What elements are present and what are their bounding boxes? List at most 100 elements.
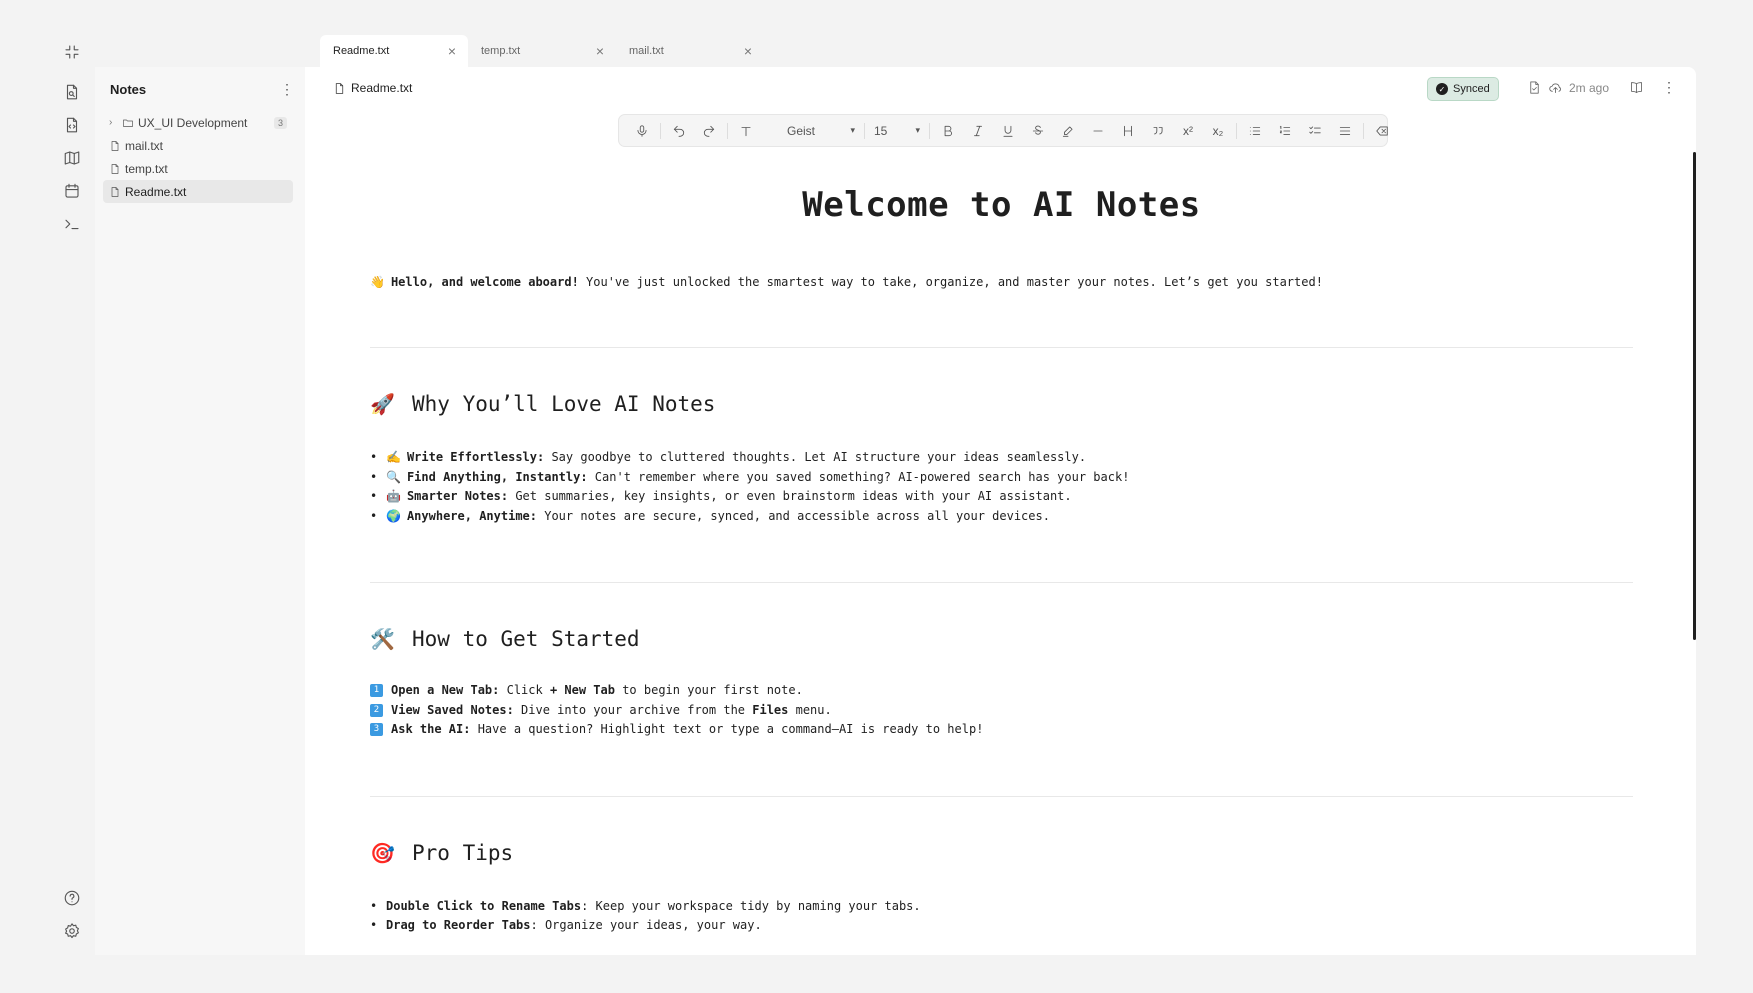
- list-item: 3 Ask the AI: Have a question? Highlight …: [370, 720, 1633, 740]
- file-icon: [111, 163, 119, 174]
- calendar-icon[interactable]: [60, 179, 84, 203]
- subscript-icon[interactable]: x₂: [1203, 119, 1233, 143]
- book-open-icon[interactable]: [1629, 80, 1644, 95]
- close-icon[interactable]: ×: [744, 44, 752, 58]
- list-item: 🤖 Smarter Notes: Get summaries, key insig…: [370, 487, 1633, 507]
- checklist-icon[interactable]: [1300, 119, 1330, 143]
- chevron-down-icon: ▾: [915, 125, 920, 135]
- item-text: Get summaries, key insights, or even bra…: [508, 489, 1072, 503]
- target-emoji: 🎯: [370, 840, 395, 865]
- font-size-value: 15: [874, 123, 888, 138]
- toolbar-divider: [864, 122, 865, 139]
- document-body[interactable]: Welcome to AI Notes 👋 Hello, and welcome …: [370, 167, 1633, 936]
- wave-emoji: 👋: [370, 275, 385, 289]
- highlighter-icon[interactable]: [1053, 119, 1083, 143]
- editor-header: Readme.txt ✓ Synced 2m ago ⋮: [305, 67, 1696, 111]
- item-text: Have a question? Highlight text or type …: [470, 722, 984, 736]
- font-family-select[interactable]: Geist ▾: [761, 119, 861, 143]
- file-item-readme[interactable]: Readme.txt: [103, 180, 293, 203]
- item-bold: Drag to Reorder Tabs: [386, 918, 531, 932]
- item-text: : Keep your workspace tidy by naming you…: [581, 898, 921, 913]
- cloud-upload-icon[interactable]: [1548, 80, 1563, 95]
- list-item: 🌍 Anywhere, Anytime: Your notes are secur…: [370, 507, 1633, 527]
- redo-icon[interactable]: [694, 119, 724, 143]
- file-breadcrumb: Readme.txt: [333, 81, 412, 95]
- bold-icon[interactable]: [933, 119, 963, 143]
- quote-icon[interactable]: [1143, 119, 1173, 143]
- help-icon[interactable]: [60, 886, 84, 910]
- microphone-icon[interactable]: [627, 119, 657, 143]
- scrollbar[interactable]: [1693, 152, 1696, 640]
- file-tree: › UX_UI Development 3 mail.txt temp.txt …: [103, 111, 293, 203]
- item-bold: Double Click to Rename Tabs: [386, 898, 582, 913]
- item-text: Click: [499, 683, 550, 697]
- tab-mail[interactable]: mail.txt ×: [616, 35, 764, 67]
- item-emoji: ✍️: [386, 450, 401, 464]
- file-label: mail.txt: [125, 138, 164, 153]
- file-item-mail[interactable]: mail.txt: [103, 134, 293, 157]
- superscript-icon[interactable]: x²: [1173, 119, 1203, 143]
- doc-intro: 👋 Hello, and welcome aboard! You've just …: [370, 273, 1633, 291]
- icon-rail: [52, 36, 92, 966]
- item-text: Say goodbye to cluttered thoughts. Let A…: [544, 450, 1087, 464]
- file-export-icon[interactable]: [1527, 80, 1542, 95]
- close-icon[interactable]: ×: [448, 44, 456, 58]
- chevron-down-icon: ▾: [850, 125, 855, 135]
- close-icon[interactable]: ×: [596, 44, 604, 58]
- undo-icon[interactable]: [664, 119, 694, 143]
- item-emoji: 🔍: [386, 469, 401, 484]
- folder-count-badge: 3: [273, 116, 287, 129]
- heading-icon[interactable]: [1113, 119, 1143, 143]
- font-size-select[interactable]: 15 ▾: [868, 119, 926, 143]
- file-icon: [111, 140, 119, 151]
- ordered-list-icon[interactable]: [1270, 119, 1300, 143]
- font-family-value: Geist: [787, 123, 816, 138]
- feature-list: ✍️ Write Effortlessly: Say goodbye to clu…: [370, 448, 1633, 526]
- folder-icon: [123, 119, 133, 127]
- settings-icon[interactable]: [60, 919, 84, 943]
- tab-bar: Readme.txt × temp.txt × mail.txt ×: [320, 35, 764, 67]
- tab-label: temp.txt: [481, 45, 521, 57]
- item-bold: Write Effortlessly:: [406, 450, 545, 464]
- list-item: 2 View Saved Notes: Dive into your archiv…: [370, 701, 1633, 721]
- file-icon: [335, 82, 344, 94]
- toolbar-divider: [1236, 122, 1237, 139]
- section-heading-text: Why You’ll Love AI Notes: [412, 392, 716, 416]
- file-search-icon[interactable]: [60, 80, 84, 104]
- align-icon[interactable]: [1330, 119, 1360, 143]
- more-vertical-icon[interactable]: ⋮: [1662, 79, 1676, 96]
- clear-format-icon[interactable]: [1367, 119, 1397, 143]
- terminal-icon[interactable]: [60, 212, 84, 236]
- number-badge: 3: [370, 723, 383, 737]
- file-code-icon[interactable]: [60, 113, 84, 137]
- doc-title: Welcome to AI Notes: [802, 185, 1201, 225]
- chevron-right-icon[interactable]: ›: [109, 117, 119, 128]
- italic-icon[interactable]: [963, 119, 993, 143]
- steps-list: 1 Open a New Tab: Click + New Tab to begi…: [370, 681, 1633, 740]
- divider: [370, 582, 1633, 583]
- file-item-temp[interactable]: temp.txt: [103, 157, 293, 180]
- tab-readme[interactable]: Readme.txt ×: [320, 35, 468, 67]
- tab-temp[interactable]: temp.txt ×: [468, 35, 616, 67]
- horizontal-rule-icon[interactable]: [1083, 119, 1113, 143]
- section-heading: 🚀 Why You’ll Love AI Notes: [370, 392, 1633, 416]
- list-item: 🔍 Find Anything, Instantly: Can't remembe…: [370, 468, 1633, 488]
- item-text: Can't remember where you saved something…: [587, 469, 1130, 484]
- item-bold: Smarter Notes:: [406, 489, 509, 503]
- file-label: Readme.txt: [125, 184, 187, 199]
- folder-item[interactable]: › UX_UI Development 3: [103, 111, 293, 134]
- item-bold: + New Tab: [549, 683, 615, 697]
- notes-sidebar: Notes ⋮ › UX_UI Development 3 mail.txt t…: [95, 67, 305, 955]
- underline-icon[interactable]: [993, 119, 1023, 143]
- map-icon[interactable]: [60, 146, 84, 170]
- toolbar-divider: [1363, 122, 1364, 139]
- more-vertical-icon[interactable]: ⋮: [279, 81, 295, 97]
- bullet-list-icon[interactable]: [1240, 119, 1270, 143]
- number-badge: 1: [370, 684, 383, 698]
- sidebar-title: Notes: [110, 81, 147, 97]
- strikethrough-icon[interactable]: [1023, 119, 1053, 143]
- sync-status-badge[interactable]: ✓ Synced: [1427, 77, 1499, 101]
- collapse-icon[interactable]: [60, 40, 84, 64]
- section-heading: 🎯 Pro Tips: [370, 841, 1633, 865]
- text-type-icon[interactable]: [731, 119, 761, 143]
